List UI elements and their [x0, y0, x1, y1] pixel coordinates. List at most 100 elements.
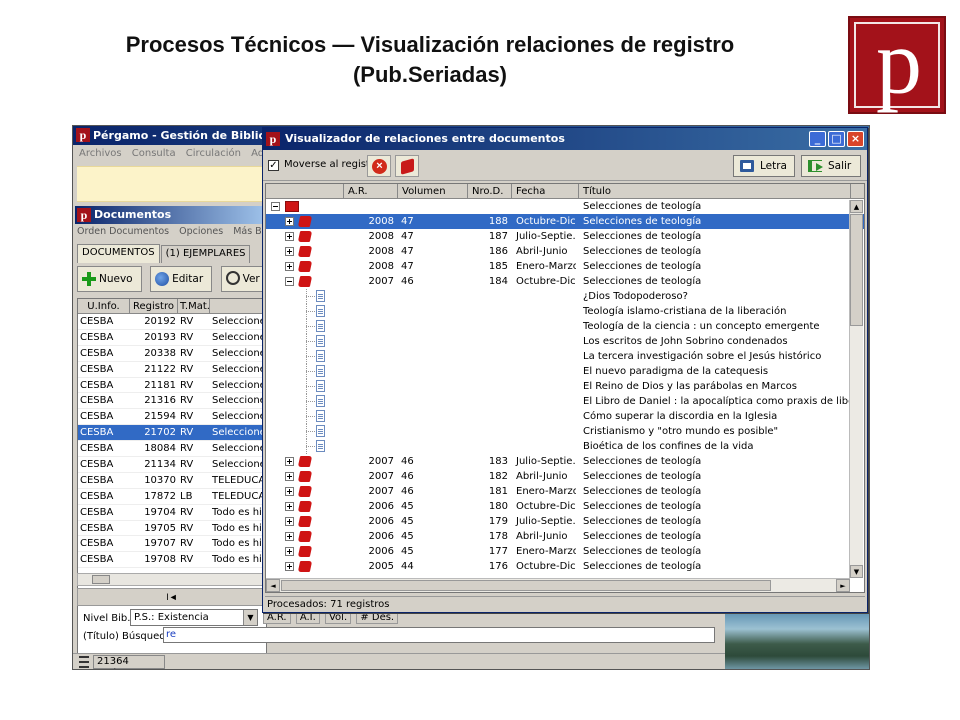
expand-icon[interactable] — [285, 532, 294, 541]
nivel-bib-select[interactable]: P.S.: Existencia ▼ — [130, 609, 258, 626]
issue-row[interactable]: 2008 47 185 Enero-Marzo Selecciones de teolo… — [266, 259, 864, 274]
moverse-checkbox[interactable]: ✓ — [268, 160, 279, 171]
table-row[interactable]: CESBA 17872 LB TELEDUCA — [78, 489, 266, 505]
table-row[interactable]: CESBA 21594 RV Seleccione — [78, 409, 266, 426]
col-header-nrod[interactable]: Nro.D. — [468, 184, 512, 199]
article-row[interactable]: Teología islamo-cristiana de la liberaci… — [266, 304, 864, 319]
hscroll-thumb[interactable] — [92, 575, 110, 584]
menu-archivos[interactable]: Archivos — [79, 148, 122, 159]
table-row[interactable]: CESBA 20192 RV Seleccione — [78, 314, 266, 330]
tree-root-row[interactable]: Selecciones de teología — [266, 199, 864, 214]
tab-documentos[interactable]: DOCUMENTOS — [77, 244, 160, 263]
close-button[interactable]: × — [847, 131, 864, 147]
table-row[interactable]: CESBA 21316 RV Seleccione — [78, 393, 266, 410]
salir-button[interactable]: Salir — [801, 155, 861, 177]
issue-row[interactable]: 2008 47 186 Abril-Junio Selecciones de teolo… — [266, 244, 864, 259]
col-header-ar[interactable]: A.R. — [344, 184, 398, 199]
expand-icon[interactable] — [285, 547, 294, 556]
expand-icon[interactable] — [285, 247, 294, 256]
table-row[interactable]: CESBA 19708 RV Todo es his — [78, 552, 266, 569]
scroll-right-icon[interactable]: ► — [836, 579, 850, 592]
table-row[interactable]: CESBA 10370 RV TELEDUCA — [78, 473, 266, 489]
table-row[interactable]: CESBA 21702 RV Seleccione — [78, 425, 266, 442]
article-row[interactable]: El Reino de Dios y las parábolas en Marc… — [266, 379, 864, 394]
expand-icon[interactable] — [285, 232, 294, 241]
issue-row[interactable]: 2006 45 179 Julio-Septie... Selecciones de t… — [266, 514, 864, 529]
article-row[interactable]: El nuevo paradigma de la catequesis — [266, 364, 864, 379]
article-row[interactable]: Teología de la ciencia : un concepto eme… — [266, 319, 864, 334]
col-header-registro[interactable]: Registro — [130, 299, 178, 314]
vscroll-thumb[interactable] — [850, 214, 863, 326]
col-header-volumen[interactable]: Volumen — [398, 184, 468, 199]
busqueda-input[interactable]: re — [163, 627, 715, 643]
expand-icon[interactable] — [285, 562, 294, 571]
documents-window-titlebar[interactable]: p Documentos — [75, 206, 275, 224]
open-record-button[interactable] — [395, 155, 419, 177]
tree-vertical-scrollbar[interactable]: ▲ ▼ — [849, 200, 863, 578]
scroll-left-icon[interactable]: ◄ — [266, 579, 280, 592]
col-header-uinfo[interactable]: U.Info. — [78, 299, 130, 314]
article-row[interactable]: La tercera investigación sobre el Jesús … — [266, 349, 864, 364]
table-row[interactable]: CESBA 19705 RV Todo es his — [78, 521, 266, 537]
collapse-icon[interactable] — [285, 277, 294, 286]
tab-ejemplares[interactable]: (1) EJEMPLARES — [160, 245, 251, 263]
expand-icon[interactable] — [285, 262, 294, 271]
menu-orden-documentos[interactable]: Orden Documentos — [77, 226, 169, 237]
table-row[interactable]: CESBA 21122 RV Seleccione — [78, 362, 266, 378]
tree-horizontal-scrollbar[interactable]: ◄ ► — [266, 578, 850, 592]
first-record-button[interactable]: I◄ — [77, 588, 267, 606]
chevron-down-icon[interactable]: ▼ — [243, 610, 257, 625]
issue-row[interactable]: 2007 46 181 Enero-Marzo Selecciones de teolo… — [266, 484, 864, 499]
table-row[interactable]: CESBA 19707 RV Todo es his — [78, 536, 266, 553]
issue-row[interactable]: 2006 45 177 Enero-Marzo Selecciones de teolo… — [266, 544, 864, 559]
maximize-button[interactable]: □ — [828, 131, 845, 147]
table-row[interactable]: CESBA 21134 RV Seleccione — [78, 457, 266, 473]
col-header-titulo[interactable]: Título — [579, 184, 851, 199]
expand-icon[interactable] — [285, 472, 294, 481]
expand-icon[interactable] — [285, 502, 294, 511]
table-row[interactable]: CESBA 19704 RV Todo es his — [78, 505, 266, 521]
expand-icon[interactable] — [285, 457, 294, 466]
issue-row[interactable]: 2007 46 184 Octubre-Dici... Selecciones de t… — [266, 274, 864, 289]
article-row[interactable]: Cristianismo y "otro mundo es posible" — [266, 424, 864, 439]
scroll-up-icon[interactable]: ▲ — [850, 200, 863, 213]
dialog-titlebar[interactable]: p Visualizador de relaciones entre docum… — [263, 128, 867, 150]
expand-icon[interactable] — [285, 517, 294, 526]
cancel-button[interactable]: × — [367, 155, 391, 177]
table-row[interactable]: CESBA 18084 RV Seleccione — [78, 441, 266, 458]
editar-button[interactable]: Editar — [150, 266, 213, 292]
menu-opciones[interactable]: Opciones — [179, 226, 223, 237]
table-row[interactable]: CESBA 21181 RV Seleccione — [78, 378, 266, 394]
col-header-tree[interactable] — [266, 184, 344, 199]
article-row[interactable]: El Libro de Daniel : la apocalíptica com… — [266, 394, 864, 409]
cell-tmat: RV — [180, 554, 194, 566]
menu-circulacion[interactable]: Circulación — [186, 148, 241, 159]
expand-icon[interactable] — [285, 217, 294, 226]
issue-row[interactable]: 2005 44 176 Octubre-Dici... Selecciones de t… — [266, 559, 864, 574]
col-header-fecha[interactable]: Fecha — [512, 184, 579, 199]
scroll-down-icon[interactable]: ▼ — [850, 565, 863, 578]
documents-grid-hscroll[interactable] — [77, 573, 267, 586]
letra-button[interactable]: Letra — [733, 155, 795, 177]
col-header-tmat[interactable]: T.Mat. — [178, 299, 210, 314]
issue-row[interactable]: 2006 45 178 Abril-Junio Selecciones de teolo… — [266, 529, 864, 544]
cell-registro: 21702 — [144, 427, 176, 439]
expand-icon[interactable] — [285, 487, 294, 496]
nuevo-button[interactable]: Nuevo — [77, 266, 142, 292]
issue-row[interactable]: 2007 46 182 Abril-Junio Selecciones de teolo… — [266, 469, 864, 484]
hscroll-thumb[interactable] — [281, 580, 771, 591]
article-row[interactable]: Cómo superar la discordia en la Iglesia — [266, 409, 864, 424]
article-row[interactable]: Los escritos de John Sobrino condenados — [266, 334, 864, 349]
article-row[interactable]: ¿Dios Todopoderoso? — [266, 289, 864, 304]
menu-consulta[interactable]: Consulta — [132, 148, 176, 159]
col-header-titulo[interactable] — [210, 299, 266, 314]
minimize-button[interactable]: _ — [809, 131, 826, 147]
issue-row[interactable]: 2007 46 183 Julio-Septie... Selecciones de t… — [266, 454, 864, 469]
article-row[interactable]: Bioética de los confines de la vida — [266, 439, 864, 454]
issue-row[interactable]: 2008 47 187 Julio-Septie... Selecciones de t… — [266, 229, 864, 244]
table-row[interactable]: CESBA 20193 RV Seleccione — [78, 330, 266, 346]
issue-row[interactable]: 2008 47 188 Octubre-Dici... Selecciones de t… — [266, 214, 864, 229]
table-row[interactable]: CESBA 20338 RV Seleccione — [78, 346, 266, 362]
collapse-icon[interactable] — [271, 202, 280, 211]
issue-row[interactable]: 2006 45 180 Octubre-Dici... Selecciones de t… — [266, 499, 864, 514]
